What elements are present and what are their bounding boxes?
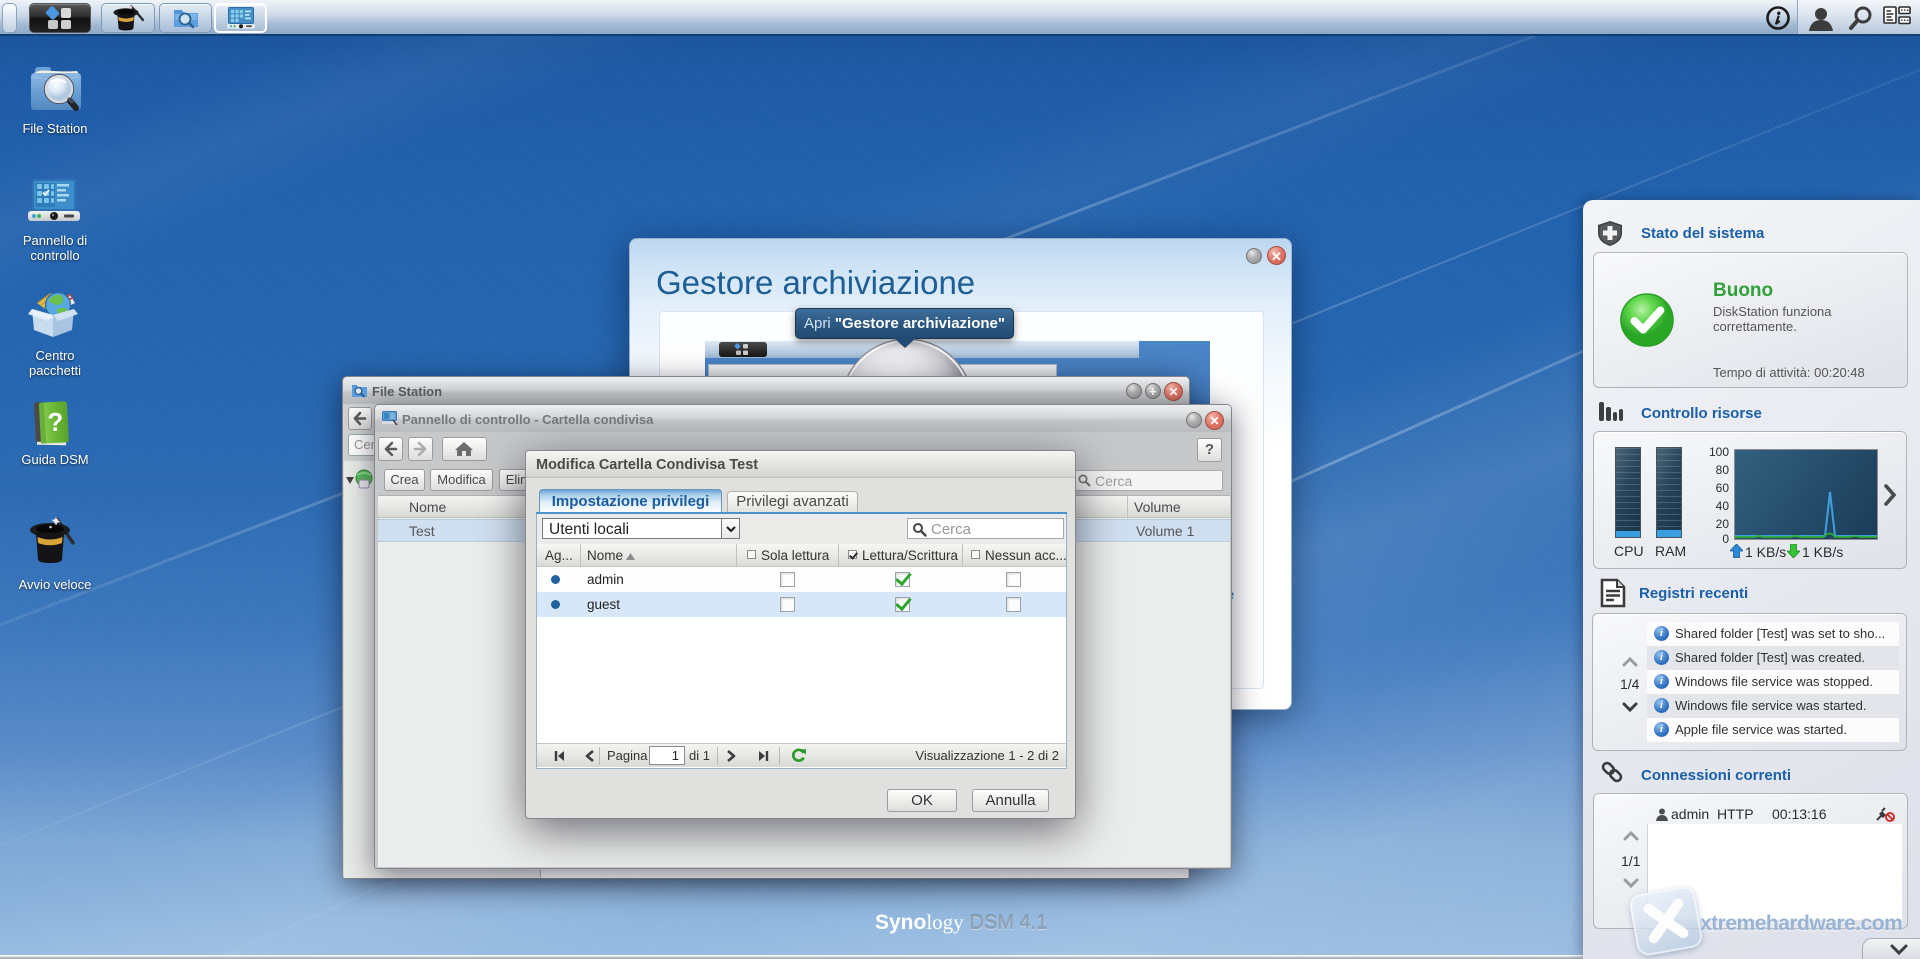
svg-text:?: ? <box>47 406 64 437</box>
